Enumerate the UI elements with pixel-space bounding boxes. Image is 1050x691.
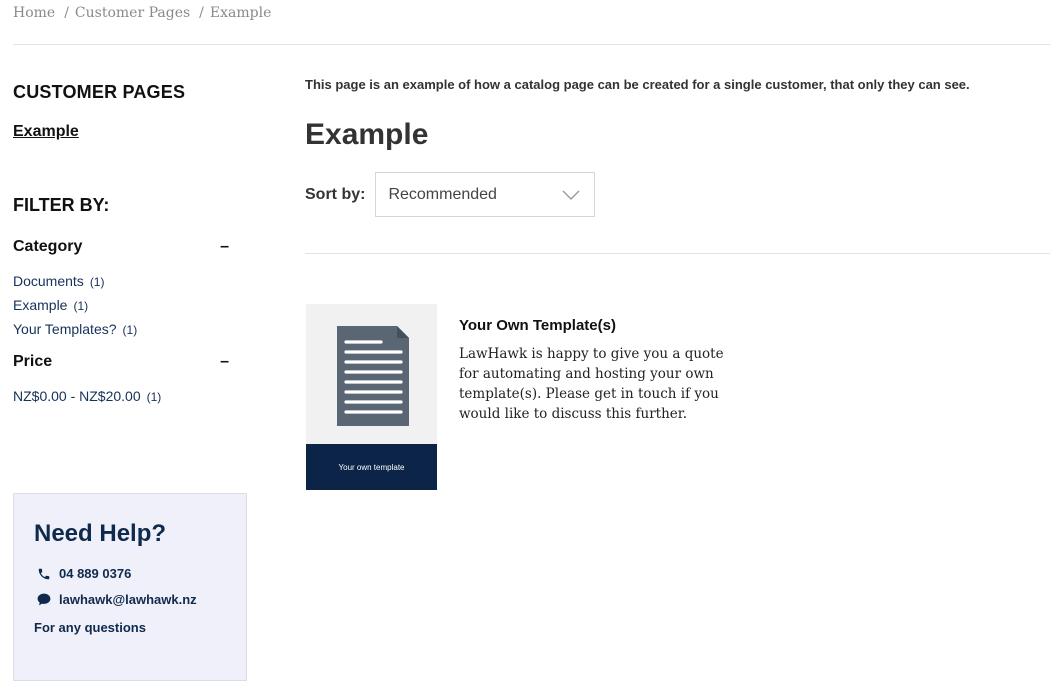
facet-option-label: Your Templates? — [13, 321, 117, 337]
facet-price-title: Price — [13, 353, 53, 370]
sort-row: Sort by: Recommended — [305, 172, 1050, 217]
sort-label: Sort by: — [305, 185, 366, 203]
help-email[interactable]: lawhawk@lawhawk.nz — [34, 592, 246, 607]
need-help-title: Need Help? — [34, 520, 167, 547]
sidebar-link-example[interactable]: Example — [13, 123, 79, 141]
facet-price-header[interactable]: Price – — [13, 353, 229, 371]
sidebar: CUSTOMER PAGES Example FILTER BY: Catego… — [13, 82, 247, 410]
facet-category-title: Category — [13, 238, 83, 255]
product-title[interactable]: Your Own Template(s) — [459, 317, 729, 334]
facet-category: Category – Documents (1) Example (1) Your … — [13, 238, 247, 343]
facet-option-documents[interactable]: Documents (1) — [13, 271, 247, 295]
collapse-icon[interactable]: – — [220, 353, 229, 371]
facet-option-count: (1) — [146, 390, 162, 404]
document-icon — [337, 326, 409, 431]
customer-pages-heading: CUSTOMER PAGES — [13, 82, 186, 102]
facet-option-count: (1) — [73, 299, 89, 313]
sort-select-value: Recommended — [388, 185, 497, 203]
product-image-caption: Your own template — [306, 444, 437, 490]
product-info: Your Own Template(s) LawHawk is happy to… — [459, 304, 729, 490]
main-content: This page is an example of how a catalog… — [305, 77, 1050, 217]
page-intro: This page is an example of how a catalog… — [305, 77, 970, 92]
facet-option-your-templates[interactable]: Your Templates? (1) — [13, 319, 247, 343]
facet-option-label: Documents — [13, 273, 84, 289]
page-title: Example — [305, 118, 429, 151]
help-note: For any questions — [34, 620, 146, 635]
breadcrumb-home[interactable]: Home — [13, 5, 55, 21]
collapse-icon[interactable]: – — [220, 238, 229, 256]
header-divider — [13, 44, 1050, 45]
breadcrumb-separator: / — [64, 5, 69, 21]
facet-option-label: NZ$0.00 - NZ$20.00 — [13, 388, 141, 404]
facet-category-header[interactable]: Category – — [13, 238, 229, 256]
facet-option-count: (1) — [89, 275, 105, 289]
facet-option-count: (1) — [122, 323, 138, 337]
breadcrumb-separator: / — [199, 5, 204, 21]
chat-bubble-icon — [34, 593, 54, 606]
help-email-text: lawhawk@lawhawk.nz — [59, 592, 197, 607]
facet-option-price-range[interactable]: NZ$0.00 - NZ$20.00 (1) — [13, 386, 247, 410]
help-phone[interactable]: 04 889 0376 — [34, 566, 246, 581]
help-phone-text: 04 889 0376 — [59, 566, 132, 581]
product-image[interactable]: Your own template — [306, 304, 437, 490]
facet-category-list: Documents (1) Example (1) Your Templates? (… — [13, 271, 247, 343]
product-card: Your own template Your Own Template(s) L… — [306, 304, 729, 490]
facet-price: Price – NZ$0.00 - NZ$20.00 (1) — [13, 353, 247, 410]
chevron-down-icon — [562, 188, 580, 206]
need-help-box: Need Help? 04 889 0376 lawhawk@lawhawk.n… — [13, 493, 247, 681]
facet-option-example[interactable]: Example (1) — [13, 295, 247, 319]
sort-select[interactable]: Recommended — [375, 172, 596, 217]
breadcrumb-customer-pages[interactable]: Customer Pages — [75, 5, 190, 21]
toolbar-divider — [305, 253, 1050, 254]
facet-option-label: Example — [13, 297, 68, 313]
phone-icon — [34, 567, 54, 581]
facet-price-list: NZ$0.00 - NZ$20.00 (1) — [13, 386, 247, 410]
breadcrumb-current: Example — [209, 5, 272, 21]
breadcrumb: Home / Customer Pages / Example — [13, 5, 271, 21]
filter-by-heading: FILTER BY: — [13, 195, 110, 215]
product-description: LawHawk is happy to give you a quote for… — [459, 346, 724, 422]
